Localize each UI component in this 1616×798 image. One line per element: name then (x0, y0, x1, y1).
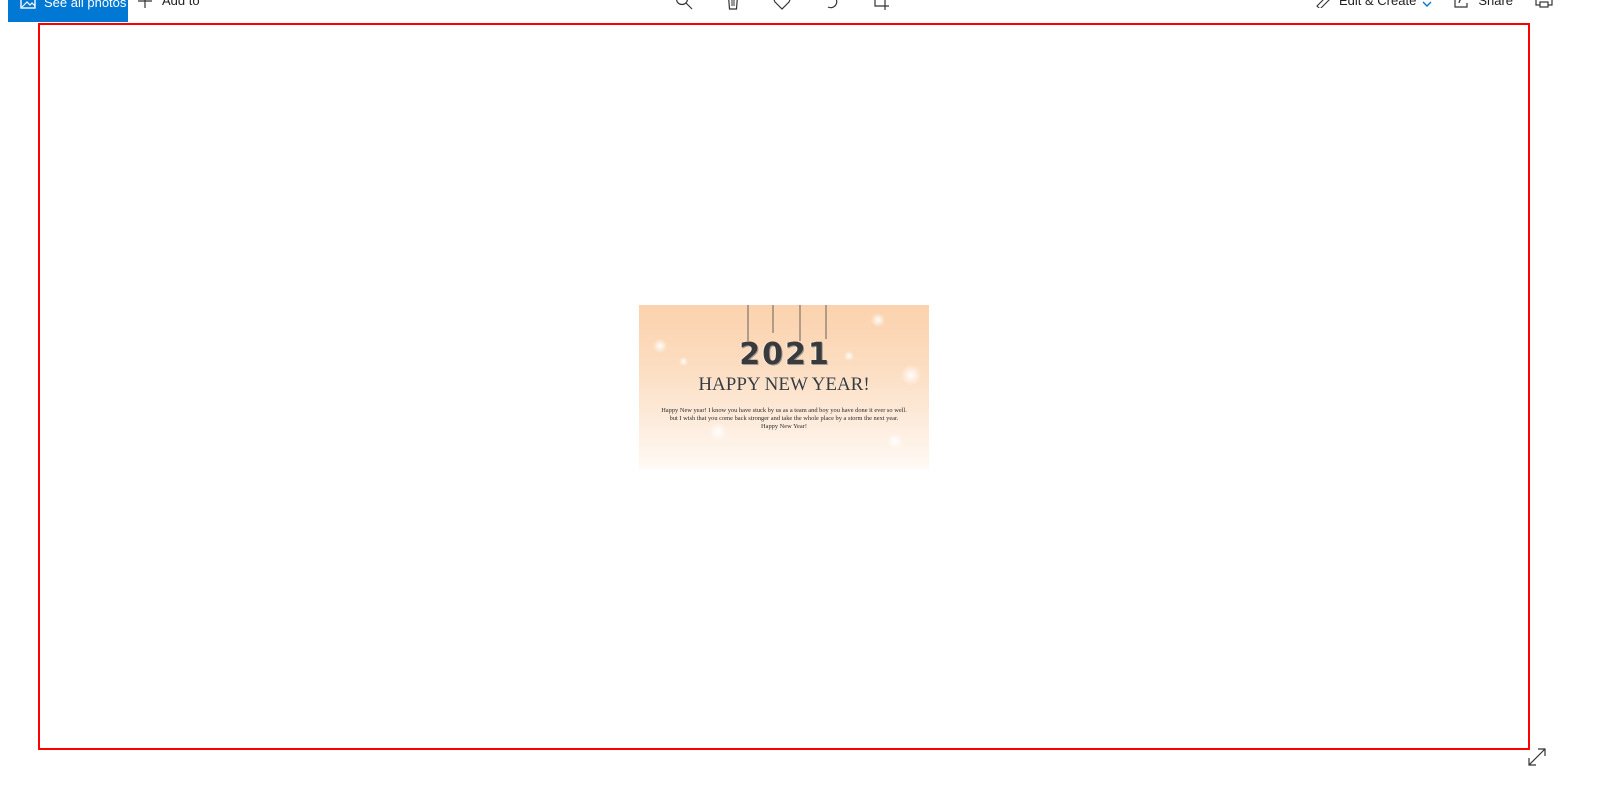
edit-create-icon (1315, 0, 1333, 8)
share-button[interactable]: Share (1454, 0, 1513, 8)
see-all-photos-button[interactable]: See all photos (8, 0, 128, 22)
photos-icon (20, 0, 36, 10)
add-to-button[interactable]: Add to (138, 0, 200, 14)
zoom-icon[interactable] (672, 0, 696, 10)
new-year-card-image[interactable]: 2021 HAPPY NEW YEAR! Happy New year! I k… (639, 305, 929, 469)
see-all-photos-label: See all photos (44, 0, 127, 10)
more-options-label: ··· (1587, 0, 1606, 8)
share-icon (1454, 0, 1472, 8)
print-icon (1535, 0, 1553, 8)
trash-icon[interactable] (721, 0, 745, 10)
photos-app-window: See all photos Add to Edit & Create Shar… (0, 0, 1616, 798)
expand-icon[interactable] (1526, 746, 1548, 768)
sparkle-decoration (887, 433, 903, 449)
share-label: Share (1478, 0, 1514, 8)
greeting-message: Happy New year! I know you have stuck by… (661, 407, 907, 431)
print-button[interactable] (1535, 0, 1559, 8)
plus-icon (138, 0, 154, 8)
crop-icon[interactable] (868, 0, 892, 10)
right-toolbar-group: Edit & Create Share (1315, 0, 1616, 14)
happy-new-year-heading: HAPPY NEW YEAR! (698, 374, 870, 395)
more-options-button[interactable]: ··· (1587, 0, 1606, 8)
chevron-down-icon (1422, 0, 1432, 8)
year-text: 2021 (739, 336, 831, 372)
edit-create-button[interactable]: Edit & Create (1315, 0, 1432, 8)
heart-icon[interactable] (770, 0, 794, 10)
edit-create-label: Edit & Create (1338, 0, 1417, 8)
add-to-label: Add to (162, 0, 200, 8)
rotate-icon[interactable] (819, 0, 843, 10)
image-tools-group (672, 0, 892, 10)
top-toolbar: See all photos Add to Edit & Create Shar… (0, 0, 1616, 22)
